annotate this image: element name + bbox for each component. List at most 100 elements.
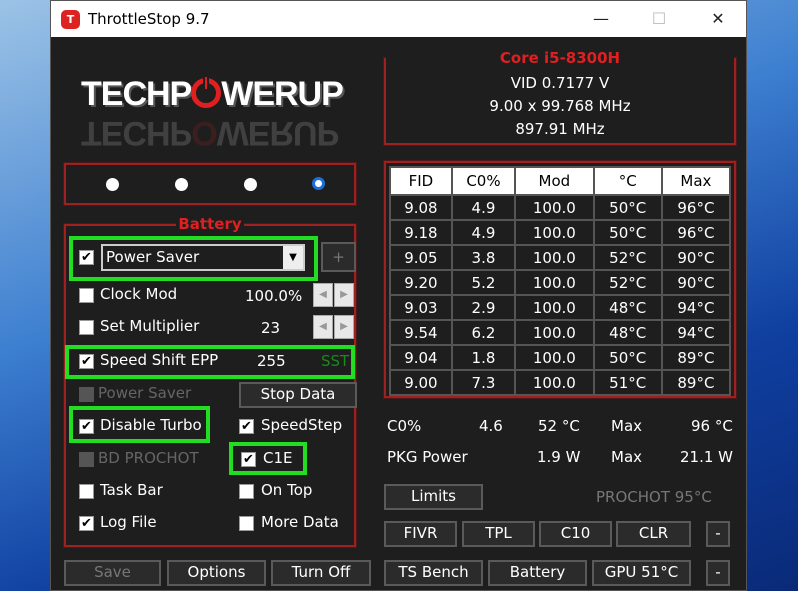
- frequency-readout: 897.91 MHz: [386, 120, 734, 138]
- set-multiplier-checkbox[interactable]: [79, 320, 94, 335]
- stop-data-button[interactable]: Stop Data: [239, 382, 357, 408]
- profile-dropdown[interactable]: Power Saver ▼: [101, 244, 305, 271]
- col-max: Max: [662, 167, 730, 195]
- clock-mod-decrease[interactable]: ◀: [313, 283, 333, 307]
- window-title: ThrottleStop 9.7: [88, 10, 210, 28]
- table-row: 9.053.8100.052°C90°C: [390, 245, 730, 270]
- turn-off-button[interactable]: Turn Off: [271, 560, 371, 586]
- table-cell: 100.0: [515, 295, 593, 320]
- max-power-label: Max: [611, 448, 642, 466]
- close-button[interactable]: ✕: [698, 7, 738, 31]
- log-file-label: Log File: [100, 513, 157, 531]
- speed-shift-value: 255: [257, 352, 286, 370]
- on-top-label: On Top: [261, 481, 312, 499]
- core-info-box: Core i5-8300H VID 0.7177 V 9.00 x 99.768…: [384, 58, 736, 145]
- set-multiplier-value: 23: [261, 319, 280, 337]
- fivr-button[interactable]: FIVR: [384, 521, 457, 547]
- profile-radio-4[interactable]: [312, 177, 325, 190]
- gpu-button[interactable]: GPU 51°C: [592, 560, 691, 586]
- cpu-name: Core i5-8300H: [498, 49, 622, 67]
- minimize-panel-button[interactable]: -: [706, 521, 730, 547]
- table-cell: 3.8: [452, 245, 515, 270]
- speedstep-checkbox[interactable]: ✔: [239, 419, 254, 434]
- multiplier-increase[interactable]: ▶: [334, 315, 354, 339]
- table-cell: 100.0: [515, 320, 593, 345]
- table-cell: 90°C: [662, 245, 730, 270]
- table-cell: 94°C: [662, 320, 730, 345]
- table-cell: 48°C: [594, 320, 662, 345]
- minimize-button[interactable]: —: [581, 7, 621, 31]
- profile-radio-1[interactable]: [106, 178, 119, 191]
- table-row: 9.546.2100.048°C94°C: [390, 320, 730, 345]
- table-cell: 5.2: [452, 270, 515, 295]
- clock-mod-value: 100.0%: [245, 287, 302, 305]
- table-cell: 100.0: [515, 345, 593, 370]
- col-fid: FID: [390, 167, 452, 195]
- col-mod: Mod: [515, 167, 593, 195]
- battery-button[interactable]: Battery: [488, 560, 587, 586]
- plus-button[interactable]: +: [321, 242, 356, 272]
- clock-mod-label: Clock Mod: [100, 285, 177, 303]
- table-cell: 9.05: [390, 245, 452, 270]
- collapse-button[interactable]: -: [706, 560, 730, 586]
- clock-mod-increase[interactable]: ▶: [334, 283, 354, 307]
- table-cell: 9.18: [390, 220, 452, 245]
- table-header-row: FID C0% Mod °C Max: [390, 167, 730, 195]
- table-cell: 89°C: [662, 345, 730, 370]
- table-cell: 7.3: [452, 370, 515, 395]
- table-cell: 9.04: [390, 345, 452, 370]
- bd-prochot-checkbox[interactable]: [79, 452, 94, 467]
- power-saver-checkbox[interactable]: [79, 387, 94, 402]
- chevron-down-icon[interactable]: ▼: [283, 246, 303, 269]
- c1e-checkbox[interactable]: ✔: [241, 452, 256, 467]
- clr-button[interactable]: CLR: [616, 521, 691, 547]
- c1e-label: C1E: [263, 449, 293, 467]
- profile-radio-2[interactable]: [175, 178, 188, 191]
- max-temp-value: 96 °C: [691, 417, 733, 435]
- on-top-checkbox[interactable]: [239, 484, 254, 499]
- speed-shift-label: Speed Shift EPP: [100, 351, 218, 369]
- table-row: 9.007.3100.051°C89°C: [390, 370, 730, 395]
- c10-button[interactable]: C10: [539, 521, 612, 547]
- disable-turbo-checkbox[interactable]: ✔: [79, 419, 94, 434]
- thread-table: FID C0% Mod °C Max 9.084.9100.050°C96°C9…: [389, 166, 731, 396]
- maximize-button[interactable]: ☐: [639, 7, 679, 31]
- multiplier-decrease[interactable]: ◀: [313, 315, 333, 339]
- task-bar-checkbox[interactable]: [79, 484, 94, 499]
- package-temp: 52 °C: [538, 417, 580, 435]
- profile-radio-3[interactable]: [244, 178, 257, 191]
- log-file-checkbox[interactable]: ✔: [79, 516, 94, 531]
- options-button[interactable]: Options: [167, 560, 266, 586]
- col-c0: C0%: [452, 167, 515, 195]
- table-cell: 4.9: [452, 195, 515, 220]
- sst-indicator: SST: [321, 352, 349, 370]
- table-cell: 100.0: [515, 270, 593, 295]
- table-cell: 90°C: [662, 270, 730, 295]
- throttlestop-window: T ThrottleStop 9.7 — ☐ ✕ TECHPWERUP TECH…: [50, 0, 747, 591]
- c0-label: C0%: [387, 417, 421, 435]
- speedstep-label: SpeedStep: [261, 416, 342, 434]
- table-cell: 9.20: [390, 270, 452, 295]
- battery-group-title: Battery: [176, 215, 243, 233]
- table-cell: 51°C: [594, 370, 662, 395]
- speed-shift-checkbox[interactable]: ✔: [79, 354, 94, 369]
- limits-button[interactable]: Limits: [384, 484, 483, 510]
- tpl-button[interactable]: TPL: [462, 521, 535, 547]
- clock-mod-checkbox[interactable]: [79, 288, 94, 303]
- table-row: 9.084.9100.050°C96°C: [390, 195, 730, 220]
- table-cell: 52°C: [594, 245, 662, 270]
- table-cell: 100.0: [515, 245, 593, 270]
- logo-reflection: TECHPOWERUP: [81, 113, 338, 152]
- save-button[interactable]: Save: [64, 560, 161, 586]
- table-cell: 96°C: [662, 220, 730, 245]
- col-temp: °C: [594, 167, 662, 195]
- table-cell: 9.00: [390, 370, 452, 395]
- ts-bench-button[interactable]: TS Bench: [384, 560, 483, 586]
- more-data-checkbox[interactable]: [239, 516, 254, 531]
- table-cell: 100.0: [515, 195, 593, 220]
- table-cell: 100.0: [515, 370, 593, 395]
- profile-checkbox[interactable]: ✔: [79, 250, 94, 265]
- table-cell: 48°C: [594, 295, 662, 320]
- table-row: 9.184.9100.050°C96°C: [390, 220, 730, 245]
- table-cell: 94°C: [662, 295, 730, 320]
